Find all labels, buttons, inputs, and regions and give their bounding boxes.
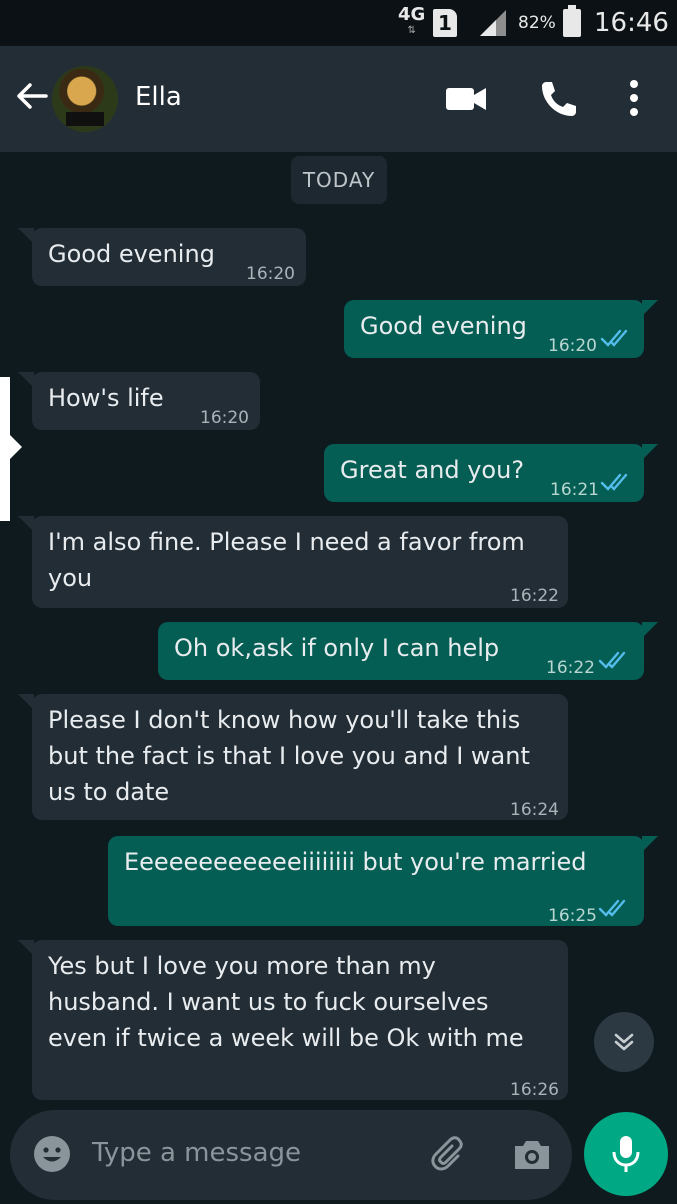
message-bubble-outgoing[interactable]: Eeeeeeeeeeeeiiiiiiii but you're married … xyxy=(108,836,658,926)
clock: 16:46 xyxy=(594,8,669,38)
message-time: 16:24 xyxy=(510,800,559,820)
video-icon[interactable] xyxy=(444,76,488,120)
signal-icon xyxy=(478,0,508,46)
message-text: Oh ok,ask if only I can help xyxy=(174,634,500,662)
message-time: 16:21 xyxy=(550,480,599,500)
network-indicator: 4G ⇅ xyxy=(398,0,425,46)
chat-header: Ella xyxy=(0,46,677,152)
message-text: Good evening xyxy=(48,240,215,268)
message-list[interactable]: TODAY Good evening 16:20 Good evening 16… xyxy=(0,152,677,1107)
message-text: Eeeeeeeeeeeeiiiiiiii but you're married xyxy=(124,848,587,876)
side-panel-handle[interactable] xyxy=(0,377,22,521)
message-time: 16:25 xyxy=(548,906,597,926)
message-time: 16:20 xyxy=(548,336,597,356)
network-type: 4G xyxy=(398,4,426,25)
read-ticks-icon xyxy=(598,651,626,669)
message-bubble-incoming[interactable]: Yes but I love you more than my husband.… xyxy=(18,940,568,1100)
attach-icon[interactable] xyxy=(428,1132,472,1176)
sim-icon: 1 xyxy=(433,0,457,46)
message-bubble-incoming[interactable]: I'm also fine. Please I need a favor fro… xyxy=(18,516,568,608)
message-composer: Type a message xyxy=(10,1110,572,1200)
message-text: How's life xyxy=(48,384,164,412)
message-text: Great and you? xyxy=(340,456,525,484)
message-bubble-incoming[interactable]: Please I don't know how you'll take this… xyxy=(18,694,568,820)
message-bubble-outgoing[interactable]: Good evening 16:20 xyxy=(344,300,658,358)
battery-icon xyxy=(563,0,581,46)
scroll-to-bottom-button[interactable] xyxy=(594,1012,654,1072)
contact-name[interactable]: Ella xyxy=(135,82,182,112)
avatar[interactable] xyxy=(52,66,118,132)
message-time: 16:20 xyxy=(246,264,295,284)
chevron-down-icon xyxy=(614,1033,634,1051)
message-time: 16:26 xyxy=(510,1080,559,1100)
sim-number: 1 xyxy=(433,9,457,37)
call-icon[interactable] xyxy=(536,76,580,120)
message-time: 16:22 xyxy=(546,658,595,678)
battery-percent: 82% xyxy=(518,13,556,33)
message-time: 16:22 xyxy=(510,586,559,606)
message-bubble-incoming[interactable]: How's life 16:20 xyxy=(18,372,260,430)
mic-icon xyxy=(612,1136,640,1172)
message-bubble-outgoing[interactable]: Great and you? 16:21 xyxy=(324,444,658,502)
message-bubble-outgoing[interactable]: Oh ok,ask if only I can help 16:22 xyxy=(158,622,658,680)
message-time: 16:20 xyxy=(200,408,249,428)
status-bar: 4G ⇅ 1 82% 16:46 xyxy=(0,0,677,46)
network-arrows-icon: ⇅ xyxy=(407,25,416,36)
date-divider: TODAY xyxy=(291,156,387,204)
menu-icon[interactable] xyxy=(620,76,648,120)
message-text: Please I don't know how you'll take this… xyxy=(48,706,530,806)
message-text: Good evening xyxy=(360,312,527,340)
message-input[interactable]: Type a message xyxy=(92,1138,301,1168)
read-ticks-icon xyxy=(598,899,626,917)
emoji-icon[interactable] xyxy=(32,1134,72,1174)
read-ticks-icon xyxy=(600,329,628,347)
message-text: I'm also fine. Please I need a favor fro… xyxy=(48,528,525,592)
read-ticks-icon xyxy=(600,473,628,491)
message-text: Yes but I love you more than my husband.… xyxy=(48,952,524,1052)
message-bubble-incoming[interactable]: Good evening 16:20 xyxy=(18,228,306,286)
mic-button[interactable] xyxy=(584,1112,668,1196)
camera-icon[interactable] xyxy=(510,1132,554,1176)
back-arrow-icon[interactable] xyxy=(12,76,52,116)
